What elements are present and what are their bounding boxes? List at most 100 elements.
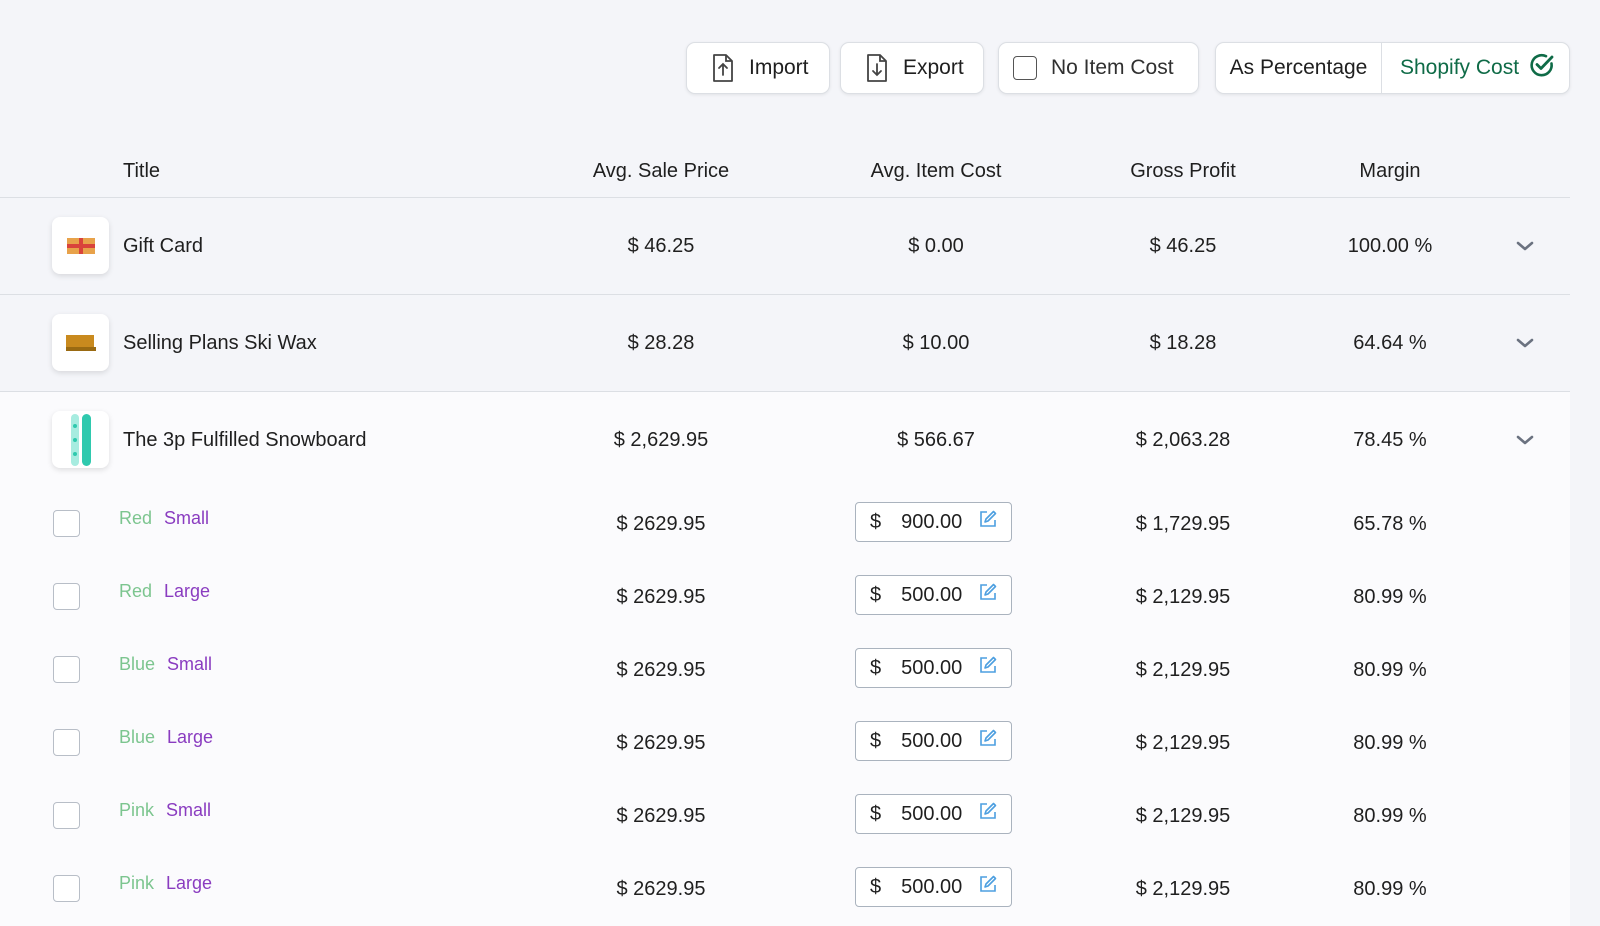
- gross-profit: $ 18.28: [1149, 331, 1217, 354]
- variant-color: Red: [119, 580, 153, 601]
- expand-chevron-button[interactable]: [1505, 198, 1545, 294]
- cost-value: 500.00: [901, 656, 963, 679]
- as-percentage-label: As Percentage: [1229, 56, 1368, 79]
- ski-wax-icon: [52, 314, 109, 371]
- variant-gross-profit: $ 2,129.95: [1135, 878, 1231, 900]
- variant-size: Large: [164, 580, 211, 601]
- file-download-icon: [865, 53, 889, 83]
- variant-cost-input[interactable]: $ 500.00: [855, 867, 1012, 907]
- chevron-down-icon: [1516, 241, 1534, 251]
- cost-value: 500.00: [901, 583, 963, 606]
- variant-size: Large: [166, 872, 213, 893]
- toolbar: Import Export No Item Cost As Percentage…: [0, 42, 1600, 96]
- variant-sale-price: $ 2629.95: [616, 586, 706, 608]
- currency-symbol: $: [870, 656, 882, 679]
- variant-checkbox[interactable]: [53, 802, 80, 829]
- variant-gross-profit: $ 1,729.95: [1135, 513, 1231, 535]
- import-label: Import: [749, 56, 809, 79]
- header-title: Title: [123, 159, 161, 182]
- variant-row: Blue Large $ 2629.95 $ 500.00 $ 2,129.95…: [0, 707, 1570, 780]
- variant-cost-input[interactable]: $ 500.00: [855, 575, 1012, 615]
- variant-sale-price: $ 2629.95: [616, 878, 706, 900]
- variant-checkbox[interactable]: [53, 875, 80, 902]
- chevron-down-icon: [1516, 338, 1534, 348]
- avg-sale-price: $ 2,629.95: [613, 428, 709, 451]
- export-button[interactable]: Export: [840, 42, 984, 94]
- header-gross-profit: Gross Profit: [1130, 159, 1236, 182]
- header-avg-sale-price: Avg. Sale Price: [592, 159, 730, 182]
- variant-row: Red Large $ 2629.95 $ 500.00 $ 2,129.95 …: [0, 561, 1570, 634]
- variant-options: Blue Large: [119, 707, 213, 767]
- variant-gross-profit: $ 2,129.95: [1135, 805, 1231, 827]
- currency-symbol: $: [870, 802, 882, 825]
- variant-margin: 80.99 %: [1353, 878, 1427, 900]
- header-avg-item-cost: Avg. Item Cost: [870, 159, 1002, 182]
- export-label: Export: [903, 56, 964, 79]
- variant-color: Blue: [119, 726, 156, 747]
- variant-size: Small: [167, 653, 213, 674]
- product-row[interactable]: Gift Card $ 46.25 $ 0.00 $ 46.25 100.00 …: [0, 198, 1570, 295]
- expand-chevron-button[interactable]: [1505, 392, 1545, 488]
- variant-sale-price: $ 2629.95: [616, 732, 706, 754]
- cost-value: 500.00: [901, 729, 963, 752]
- variant-color: Blue: [119, 653, 156, 674]
- check-circle-icon: [1519, 52, 1555, 84]
- shopify-cost-button[interactable]: Shopify Cost: [1382, 43, 1569, 93]
- avg-sale-price: $ 46.25: [627, 234, 695, 257]
- import-button[interactable]: Import: [686, 42, 830, 94]
- variant-cost-input[interactable]: $ 500.00: [855, 648, 1012, 688]
- variant-options: Blue Small: [119, 634, 212, 694]
- variant-row: Pink Large $ 2629.95 $ 500.00 $ 2,129.95…: [0, 853, 1570, 926]
- variant-size: Large: [167, 726, 214, 747]
- variant-sale-price: $ 2629.95: [616, 659, 706, 681]
- cost-value: 900.00: [901, 510, 963, 533]
- gift-card-icon: [52, 217, 109, 274]
- no-item-cost-filter[interactable]: No Item Cost: [998, 42, 1199, 94]
- as-percentage-button[interactable]: As Percentage: [1216, 43, 1382, 93]
- variant-size: Small: [166, 799, 212, 820]
- product-row[interactable]: Selling Plans Ski Wax $ 28.28 $ 10.00 $ …: [0, 295, 1570, 392]
- edit-icon[interactable]: [978, 582, 998, 608]
- no-item-cost-checkbox[interactable]: [1013, 56, 1037, 80]
- variant-checkbox[interactable]: [53, 656, 80, 683]
- variant-row: Blue Small $ 2629.95 $ 500.00 $ 2,129.95…: [0, 634, 1570, 707]
- product-title: Selling Plans Ski Wax: [123, 331, 317, 354]
- variant-margin: 80.99 %: [1353, 732, 1427, 754]
- variant-checkbox[interactable]: [53, 583, 80, 610]
- cost-mode-toggle: As Percentage Shopify Cost: [1215, 42, 1570, 94]
- edit-icon[interactable]: [978, 509, 998, 535]
- avg-item-cost: $ 0.00: [908, 234, 964, 257]
- variant-margin: 80.99 %: [1353, 805, 1427, 827]
- variant-cost-input[interactable]: $ 500.00: [855, 721, 1012, 761]
- edit-icon[interactable]: [978, 874, 998, 900]
- variant-cost-input[interactable]: $ 500.00: [855, 794, 1012, 834]
- table-header: Title Avg. Sale Price Avg. Item Cost Gro…: [0, 145, 1570, 198]
- currency-symbol: $: [870, 510, 882, 533]
- variant-margin: 65.78 %: [1353, 513, 1427, 535]
- variant-options: Pink Large: [119, 853, 212, 913]
- currency-symbol: $: [870, 875, 882, 898]
- edit-icon[interactable]: [978, 801, 998, 827]
- edit-icon[interactable]: [978, 655, 998, 681]
- product-row[interactable]: The 3p Fulfilled Snowboard $ 2,629.95 $ …: [0, 392, 1570, 488]
- variant-size: Small: [164, 507, 210, 528]
- margin: 100.00 %: [1347, 234, 1433, 257]
- chevron-down-icon: [1516, 435, 1534, 445]
- avg-item-cost: $ 10.00: [902, 331, 970, 354]
- variant-margin: 80.99 %: [1353, 659, 1427, 681]
- expand-chevron-button[interactable]: [1505, 295, 1545, 391]
- variant-checkbox[interactable]: [53, 510, 80, 537]
- edit-icon[interactable]: [978, 728, 998, 754]
- variant-color: Pink: [119, 872, 155, 893]
- variant-checkbox[interactable]: [53, 729, 80, 756]
- currency-symbol: $: [870, 729, 882, 752]
- variant-cost-input[interactable]: $ 900.00: [855, 502, 1012, 542]
- product-title: Gift Card: [123, 234, 204, 257]
- header-margin: Margin: [1359, 159, 1421, 182]
- variant-gross-profit: $ 2,129.95: [1135, 659, 1231, 681]
- product-title: The 3p Fulfilled Snowboard: [123, 428, 367, 451]
- variant-row: Red Small $ 2629.95 $ 900.00 $ 1,729.95 …: [0, 488, 1570, 561]
- no-item-cost-label: No Item Cost: [1051, 56, 1174, 79]
- avg-item-cost: $ 566.67: [897, 428, 975, 451]
- variant-gross-profit: $ 2,129.95: [1135, 586, 1231, 608]
